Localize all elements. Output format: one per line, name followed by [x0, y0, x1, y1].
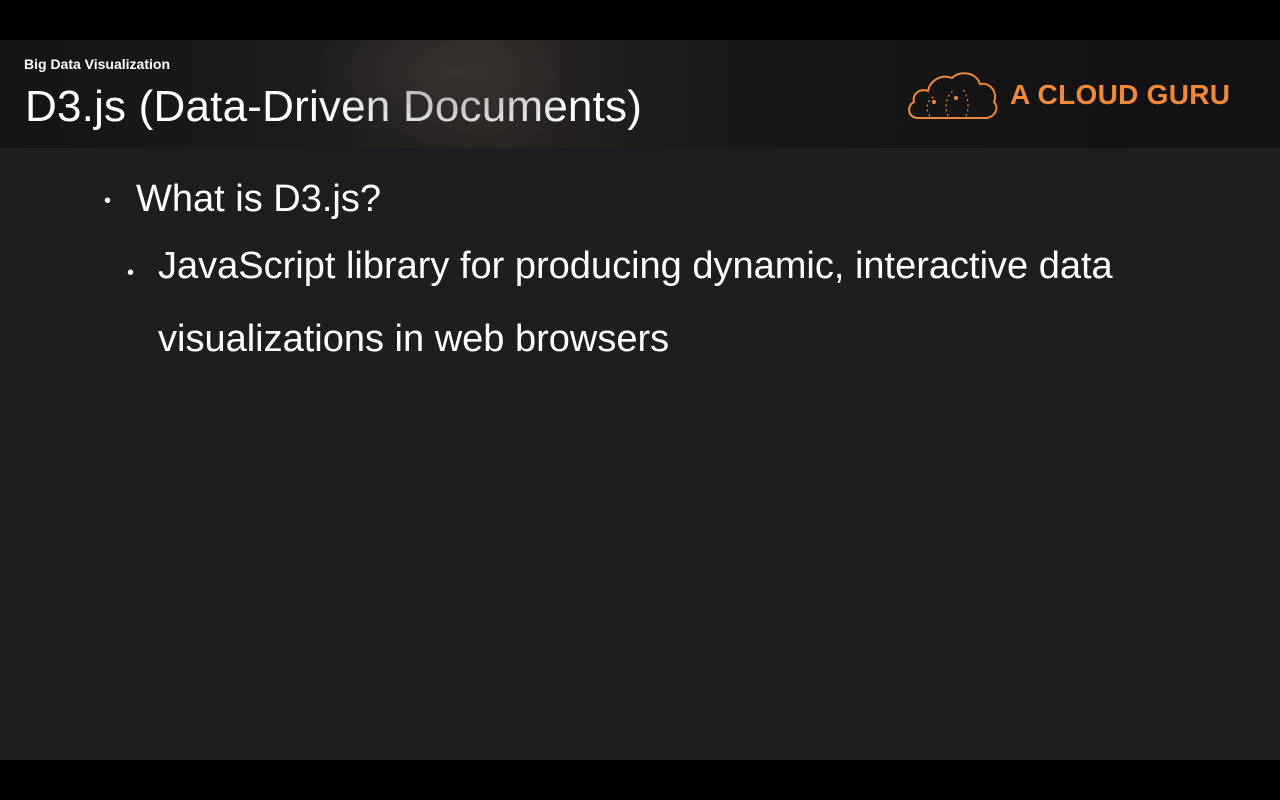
letterbox-top [0, 0, 1280, 40]
bullet-text: JavaScript library for producing dynamic… [158, 245, 1113, 360]
slide-content: • What is D3.js? • JavaScript library fo… [0, 148, 1280, 760]
slide-header: Big Data Visualization D3.js (Data-Drive… [0, 40, 1280, 148]
letterbox-bottom [0, 760, 1280, 800]
cloud-logo-icon [908, 72, 998, 119]
bullet-dot-icon: • [104, 190, 112, 212]
course-label: Big Data Visualization [24, 56, 170, 72]
slide: Big Data Visualization D3.js (Data-Drive… [0, 40, 1280, 760]
brand-logo: A CLOUD GURU [904, 68, 1230, 122]
bullet-text: What is D3.js? [136, 178, 381, 220]
brand-logo-text: A CLOUD GURU [1010, 79, 1231, 110]
bullet-dot-icon: • [127, 262, 135, 284]
slide-title: D3.js (Data-Driven Documents) [25, 82, 643, 131]
